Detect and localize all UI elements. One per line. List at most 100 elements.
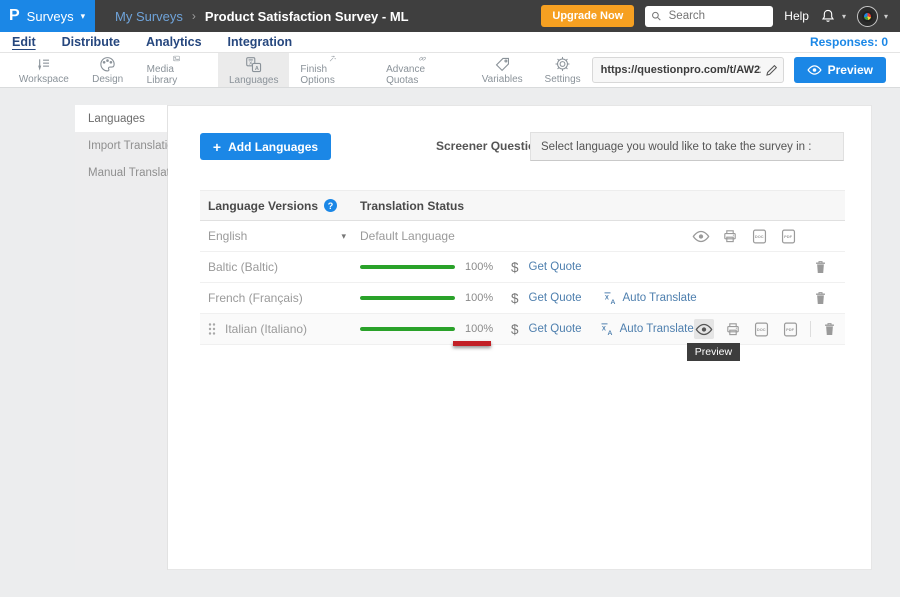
- toolbar-item-variables[interactable]: Variables: [471, 53, 534, 87]
- avatar-caret-icon[interactable]: ▾: [884, 12, 888, 21]
- get-quote-link[interactable]: Get Quote: [529, 292, 585, 304]
- svg-text:A: A: [607, 329, 612, 336]
- tag-icon: [494, 56, 511, 72]
- preview-tooltip: Preview: [687, 343, 740, 361]
- drag-handle-icon[interactable]: [207, 322, 217, 336]
- language-name: Italian (Italiano): [225, 322, 307, 336]
- search-box[interactable]: [645, 6, 773, 27]
- toolbar-item-label: Design: [92, 74, 123, 85]
- translation-percent: 100%: [465, 261, 499, 273]
- palette-icon: [99, 56, 116, 72]
- help-icon[interactable]: ?: [324, 199, 337, 212]
- toolbar-item-label: Media Library: [147, 64, 207, 86]
- print-icon[interactable]: [723, 319, 743, 339]
- tab-integration[interactable]: Integration: [228, 35, 293, 49]
- toolbar-item-finish-options[interactable]: Finish Options: [289, 53, 375, 87]
- avatar-gauge-icon: [862, 11, 873, 22]
- app-window: P Surveys ▾ My Surveys › Product Satisfa…: [0, 0, 900, 597]
- export-pdf-icon[interactable]: PDF: [781, 319, 801, 339]
- search-icon: [651, 10, 661, 22]
- add-languages-button[interactable]: + Add Languages: [200, 133, 331, 160]
- table-row-english: English ▾ Default Language DOC PDF: [200, 221, 845, 252]
- notifications-bell-icon[interactable]: [820, 8, 836, 24]
- auto-translate-label: Auto Translate: [623, 292, 697, 304]
- product-label: Surveys: [27, 9, 74, 24]
- default-language-label: Default Language: [360, 229, 455, 243]
- table-row-italian: Italian (Italiano) 100% $ Get Quote XA A…: [200, 314, 845, 345]
- svg-text:X: X: [604, 295, 608, 301]
- toolbar-item-label: Variables: [482, 74, 523, 85]
- language-dropdown-english[interactable]: English ▾: [200, 229, 360, 243]
- language-name: Baltic (Baltic): [208, 260, 278, 274]
- translation-progress-bar: [360, 296, 455, 300]
- table-row-french: French (Français) 100% $ Get Quote XA Au…: [200, 283, 845, 314]
- export-pdf-icon[interactable]: PDF: [778, 226, 798, 246]
- sidebar-item-import-translations[interactable]: Import Translations: [75, 132, 167, 159]
- preview-button[interactable]: Preview: [794, 57, 886, 83]
- print-icon[interactable]: [720, 226, 740, 246]
- caret-down-icon: ▾: [81, 12, 86, 21]
- language-name: English: [208, 229, 247, 243]
- plus-icon: +: [213, 139, 221, 155]
- export-doc-icon[interactable]: DOC: [752, 319, 772, 339]
- tab-distribute[interactable]: Distribute: [62, 35, 120, 49]
- dollar-icon[interactable]: $: [511, 291, 519, 306]
- edit-url-pencil-icon[interactable]: [761, 64, 778, 77]
- responses-count[interactable]: Responses: 0: [810, 35, 900, 49]
- sidebar-item-languages[interactable]: Languages: [75, 105, 167, 132]
- language-name-cell: Italian (Italiano): [200, 322, 360, 336]
- tab-edit[interactable]: Edit: [12, 35, 36, 49]
- table-row-baltic: Baltic (Baltic) 100% $ Get Quote: [200, 252, 845, 283]
- tab-analytics[interactable]: Analytics: [146, 35, 202, 49]
- user-avatar[interactable]: [857, 6, 878, 27]
- header-translation-status: Translation Status: [360, 199, 464, 213]
- row-actions: Preview DOC PDF: [694, 319, 840, 339]
- edit-toolbar: Workspace Design Media Library XA Langua…: [0, 53, 900, 88]
- toolbar-item-label: Advance Quotas: [386, 64, 460, 86]
- product-switcher[interactable]: P Surveys ▾: [0, 0, 95, 32]
- auto-translate-icon: XA: [603, 291, 618, 306]
- red-highlight-marker: [453, 341, 491, 346]
- survey-url-box[interactable]: https://questionpro.com/t/AW22Zd1S1: [592, 57, 784, 83]
- get-quote-link[interactable]: Get Quote: [529, 323, 582, 335]
- breadcrumb-parent[interactable]: My Surveys: [115, 9, 183, 24]
- toolbar-item-label: Languages: [229, 75, 279, 86]
- toolbar-item-label: Workspace: [19, 74, 69, 85]
- delete-trash-icon[interactable]: [810, 257, 830, 277]
- get-quote-link[interactable]: Get Quote: [529, 261, 585, 273]
- toolbar-item-design[interactable]: Design: [80, 53, 136, 87]
- bell-caret-icon[interactable]: ▾: [842, 12, 846, 21]
- language-name-cell: French (Français): [200, 291, 360, 305]
- preview-eye-icon[interactable]: [691, 226, 711, 246]
- screener-question-select[interactable]: Select language you would like to take t…: [530, 132, 844, 161]
- delete-trash-icon[interactable]: [820, 319, 840, 339]
- svg-text:X: X: [601, 326, 605, 332]
- delete-trash-icon[interactable]: [810, 288, 830, 308]
- toolbar-item-media-library[interactable]: Media Library: [136, 53, 218, 87]
- search-input[interactable]: [667, 9, 768, 23]
- caret-down-icon: ▾: [341, 232, 346, 241]
- translation-progress-bar: [360, 265, 455, 269]
- auto-translate-link[interactable]: XA Auto Translate: [603, 291, 697, 306]
- row-actions: [810, 288, 830, 308]
- svg-text:PDF: PDF: [784, 234, 792, 239]
- auto-translate-link[interactable]: XA Auto Translate: [600, 322, 694, 337]
- toolbar-item-workspace[interactable]: Workspace: [8, 53, 80, 87]
- toolbar-item-advance-quotas[interactable]: Advance Quotas: [375, 53, 471, 87]
- preview-button-label: Preview: [828, 63, 873, 77]
- preview-eye-icon[interactable]: Preview: [694, 319, 714, 339]
- row-actions: DOC PDF: [691, 226, 798, 246]
- upgrade-now-button[interactable]: Upgrade Now: [541, 5, 634, 27]
- toolbar-item-languages[interactable]: XA Languages: [218, 53, 289, 87]
- svg-text:A: A: [610, 298, 615, 305]
- export-doc-icon[interactable]: DOC: [749, 226, 769, 246]
- toolbar-item-settings[interactable]: Settings: [534, 53, 592, 87]
- auto-translate-icon: XA: [600, 322, 615, 337]
- help-link[interactable]: Help: [784, 9, 809, 23]
- sidebar-item-manual-translations[interactable]: Manual Translations: [75, 159, 167, 186]
- dollar-icon[interactable]: $: [511, 322, 519, 337]
- header-language-versions: Language Versions ?: [200, 199, 360, 213]
- dollar-icon[interactable]: $: [511, 260, 519, 275]
- svg-text:A: A: [255, 65, 259, 71]
- svg-text:PDF: PDF: [786, 327, 794, 332]
